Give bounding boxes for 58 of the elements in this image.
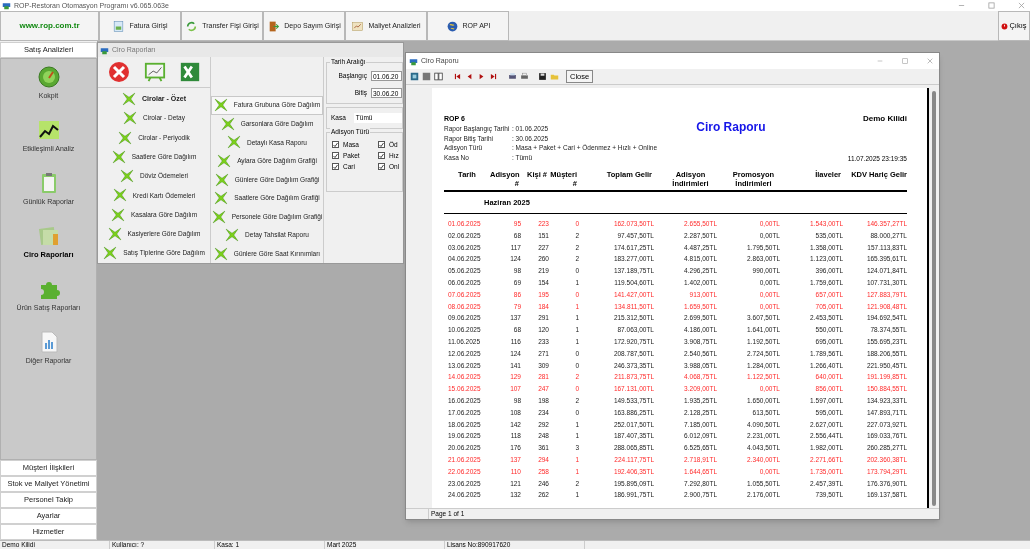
checkbox[interactable]: [378, 141, 385, 148]
toolbar-icon: [267, 19, 281, 33]
toolbar-icon: [445, 19, 459, 33]
chart-icon: [143, 61, 167, 84]
zoom-icon[interactable]: [410, 72, 419, 81]
scrollbar[interactable]: [932, 91, 936, 506]
previous-page-icon[interactable]: [465, 72, 474, 81]
print-setup-icon[interactable]: [508, 72, 517, 81]
sidebar-icon: [36, 65, 61, 89]
star-icon: [107, 227, 122, 242]
spreadsheet-icon: [179, 61, 201, 84]
two-pages-icon[interactable]: [434, 72, 443, 81]
toolbar-icon: [112, 19, 126, 33]
maximize-icon: [987, 1, 996, 10]
page-width-icon[interactable]: [422, 72, 431, 81]
star-icon: [112, 188, 127, 203]
print-icon[interactable]: [520, 72, 529, 81]
star-icon: [225, 228, 240, 243]
close-icon: [107, 60, 131, 85]
star-icon: [217, 154, 232, 168]
app-icon: [2, 1, 11, 10]
star-icon: [118, 130, 133, 145]
close-icon: [926, 57, 934, 65]
minimize-icon: [876, 57, 884, 65]
checkbox[interactable]: [378, 152, 385, 159]
app-icon: [409, 56, 418, 66]
star-icon: [214, 172, 229, 187]
star-icon: [103, 246, 118, 261]
website-label: www.rop.com.tr: [0, 11, 99, 41]
save-icon[interactable]: [538, 72, 547, 81]
next-page-icon[interactable]: [477, 72, 486, 81]
sidebar-icon: [36, 224, 61, 248]
star-icon: [214, 191, 229, 206]
close-icon: [1017, 1, 1026, 10]
last-page-icon[interactable]: [489, 72, 498, 81]
star-icon: [213, 246, 228, 261]
checkbox[interactable]: [378, 163, 385, 170]
checkbox[interactable]: [332, 141, 339, 148]
star-icon: [220, 116, 235, 131]
star-icon: [111, 149, 126, 164]
star-icon: [110, 207, 125, 222]
star-icon: [123, 111, 138, 126]
toolbar-icon: [351, 19, 365, 33]
maximize-icon: [901, 57, 909, 65]
star-icon: [119, 169, 134, 184]
sidebar-icon: [36, 118, 61, 142]
toolbar-icon: [185, 19, 199, 33]
lock-label: Demo Kilidi: [862, 114, 907, 124]
star-icon: [227, 135, 241, 150]
checkbox[interactable]: [332, 152, 339, 159]
power-icon: [1001, 22, 1009, 30]
star-icon: [213, 98, 228, 113]
report-title: Ciro Raporu: [696, 120, 766, 134]
star-icon: [122, 91, 136, 106]
first-page-icon[interactable]: [453, 72, 462, 81]
checkbox[interactable]: [332, 163, 339, 170]
star-icon: [211, 209, 226, 224]
app-icon: [100, 45, 109, 55]
